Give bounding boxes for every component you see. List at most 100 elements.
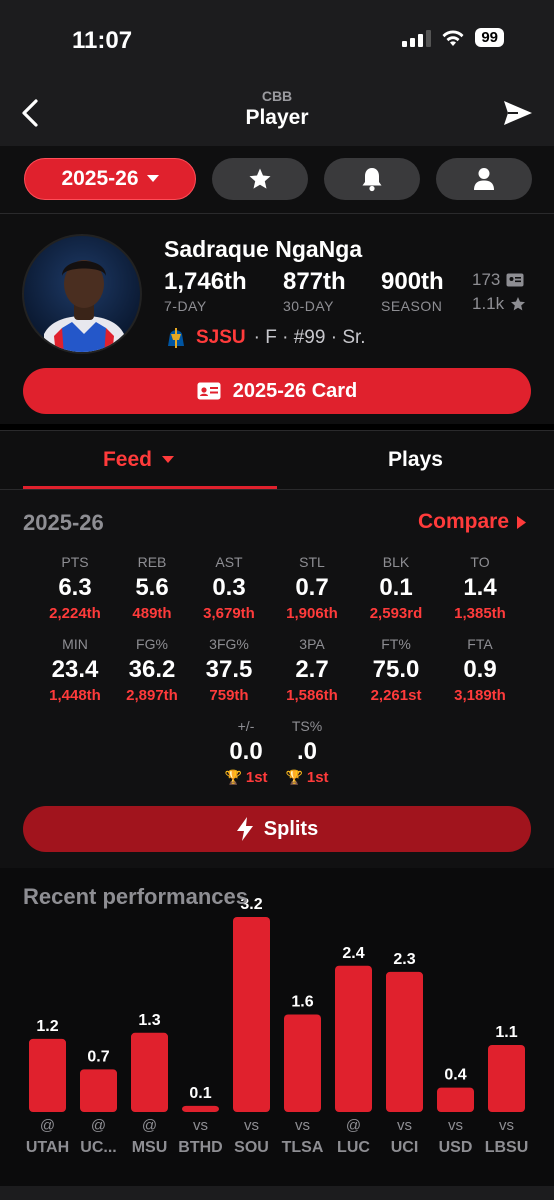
stat-rank: 1st: [306, 769, 329, 786]
player-header: Sadraque NgaNga 1,746th 7-DAY 877th 30-D…: [0, 214, 554, 424]
recent-performances-chart: 1.2@UTAH0.7@UC...1.3@MSU0.1vsBTHD3.2vsSO…: [26, 896, 528, 1156]
season-card-label: 2025-26 Card: [232, 379, 358, 402]
stat-rank: 2,897th: [126, 687, 178, 704]
lightning-icon: [236, 817, 253, 841]
stat-blk: BLK 0.1 2,593rd: [356, 554, 436, 622]
next-feed-item-peek: [0, 1186, 554, 1200]
recent-performances-title: Recent performances: [23, 884, 248, 909]
tab-feed[interactable]: Feed: [0, 431, 277, 489]
stat-rank: 1,448th: [49, 687, 101, 704]
stat-reb: REB 5.6 489th: [112, 554, 192, 622]
bar-9[interactable]: [488, 1044, 525, 1112]
stat-rank: 1,385th: [454, 605, 506, 622]
team-logo-icon[interactable]: [164, 326, 188, 350]
page-title: Player: [245, 106, 309, 129]
bar-5[interactable]: [284, 1014, 321, 1113]
season-stats: 2025-26 Compare PTS 6.3 2,224th REB 5.6 489t…: [0, 490, 554, 868]
stat-rank: 2,261st: [370, 687, 422, 704]
nav-bar: CBB Player: [0, 80, 554, 146]
bar-prefix-label: vs: [448, 1117, 463, 1134]
season-card-button[interactable]: 2025-26 Card: [23, 368, 531, 414]
caret-down-icon: [146, 175, 159, 182]
bar-7[interactable]: [386, 971, 423, 1112]
rank-season: 900th SEASON: [381, 268, 444, 314]
status-icons: 99: [402, 28, 504, 47]
bar-3[interactable]: [182, 1105, 219, 1112]
season-selector-label: 2025-26: [61, 167, 139, 190]
rank-value: 1,746th: [164, 268, 247, 295]
cards-count-value: 173: [472, 270, 501, 289]
bar-prefix-label: @: [40, 1117, 55, 1134]
bar-0[interactable]: [29, 1038, 66, 1112]
stat-rank: 1st: [245, 769, 268, 786]
stat-fg-pct: FG% 36.2 2,897th: [112, 636, 192, 704]
bar-8[interactable]: [437, 1087, 474, 1112]
season-selector[interactable]: 2025-26: [24, 158, 196, 200]
team-abbreviation[interactable]: SJSU: [196, 327, 246, 349]
stat-value: 5.6: [135, 574, 169, 601]
cards-count: 173: [472, 270, 524, 290]
tab-feed-label: Feed: [102, 448, 152, 471]
caret-down-icon: [162, 456, 174, 463]
stats-season: 2025-26: [23, 510, 104, 535]
stat-3pa: 3PA 2.7 1,586th: [272, 636, 352, 704]
bar-value-label: 2.3: [393, 951, 415, 968]
stat-rank: 2,224th: [49, 605, 101, 622]
favorites-count: 1.1k: [472, 294, 526, 314]
compare-button[interactable]: Compare: [418, 510, 526, 534]
trophy-icon: 🏆: [285, 769, 303, 785]
star-icon: [249, 168, 271, 189]
status-time: 11:07: [72, 27, 133, 54]
profile-button[interactable]: [436, 158, 532, 200]
stat-rank-row: 🏆 1st: [267, 769, 347, 786]
stat-value: 37.5: [205, 656, 253, 683]
stat-label: AST: [215, 554, 243, 570]
bar-category-label: UTAH: [26, 1139, 69, 1156]
bar-6[interactable]: [335, 965, 372, 1112]
stat-rank: 759th: [209, 687, 249, 704]
stat-rank: 2,593rd: [369, 605, 423, 622]
bar-value-label: 0.4: [444, 1067, 466, 1084]
stat-value: .0: [296, 738, 317, 765]
player-details: · F · #99 · Sr.: [253, 327, 366, 348]
stat-label: REB: [137, 554, 167, 570]
stat-ft-pct: FT% 75.0 2,261st: [356, 636, 436, 704]
stat-label: BLK: [382, 554, 410, 570]
stat-value: 6.3: [58, 574, 92, 601]
bar-4[interactable]: [233, 917, 270, 1112]
stat-value: 2.7: [295, 656, 329, 683]
battery-indicator: 99: [475, 28, 504, 47]
notification-button[interactable]: [324, 158, 420, 200]
bar-prefix-label: vs: [244, 1117, 259, 1134]
bar-category-label: TLSA: [282, 1139, 324, 1156]
stat-label: STL: [299, 554, 325, 570]
bar-value-label: 1.3: [138, 1012, 160, 1029]
stat-label: FT%: [381, 636, 411, 652]
bar-1[interactable]: [80, 1069, 117, 1112]
splits-label: Splits: [263, 817, 319, 840]
tab-bar: Feed Plays: [0, 430, 554, 490]
bar-prefix-label: @: [346, 1117, 361, 1134]
bar-2[interactable]: [131, 1032, 168, 1112]
bar-category-label: USD: [439, 1139, 473, 1156]
stat-rank: 3,189th: [454, 687, 506, 704]
star-icon: [511, 297, 526, 311]
stat-rank: 489th: [132, 605, 172, 622]
favorite-button[interactable]: [212, 158, 308, 200]
bar-category-label: SOU: [234, 1139, 269, 1156]
rank-label: 7-DAY: [164, 298, 207, 314]
stat-rank: 1,586th: [286, 687, 338, 704]
bar-category-label: LUC: [337, 1139, 370, 1156]
stat-min: MIN 23.4 1,448th: [35, 636, 115, 704]
bar-category-label: UC...: [80, 1139, 116, 1156]
stat-label: PTS: [61, 554, 89, 570]
stat-label: TO: [470, 554, 490, 570]
bell-icon: [362, 168, 382, 192]
share-icon[interactable]: [502, 98, 534, 128]
caret-right-icon: [517, 515, 526, 529]
splits-button[interactable]: Splits: [23, 806, 531, 852]
id-card-icon: [506, 273, 524, 287]
stat-value: 36.2: [128, 656, 176, 683]
tab-plays[interactable]: Plays: [277, 431, 554, 489]
bar-value-label: 0.7: [87, 1048, 109, 1065]
